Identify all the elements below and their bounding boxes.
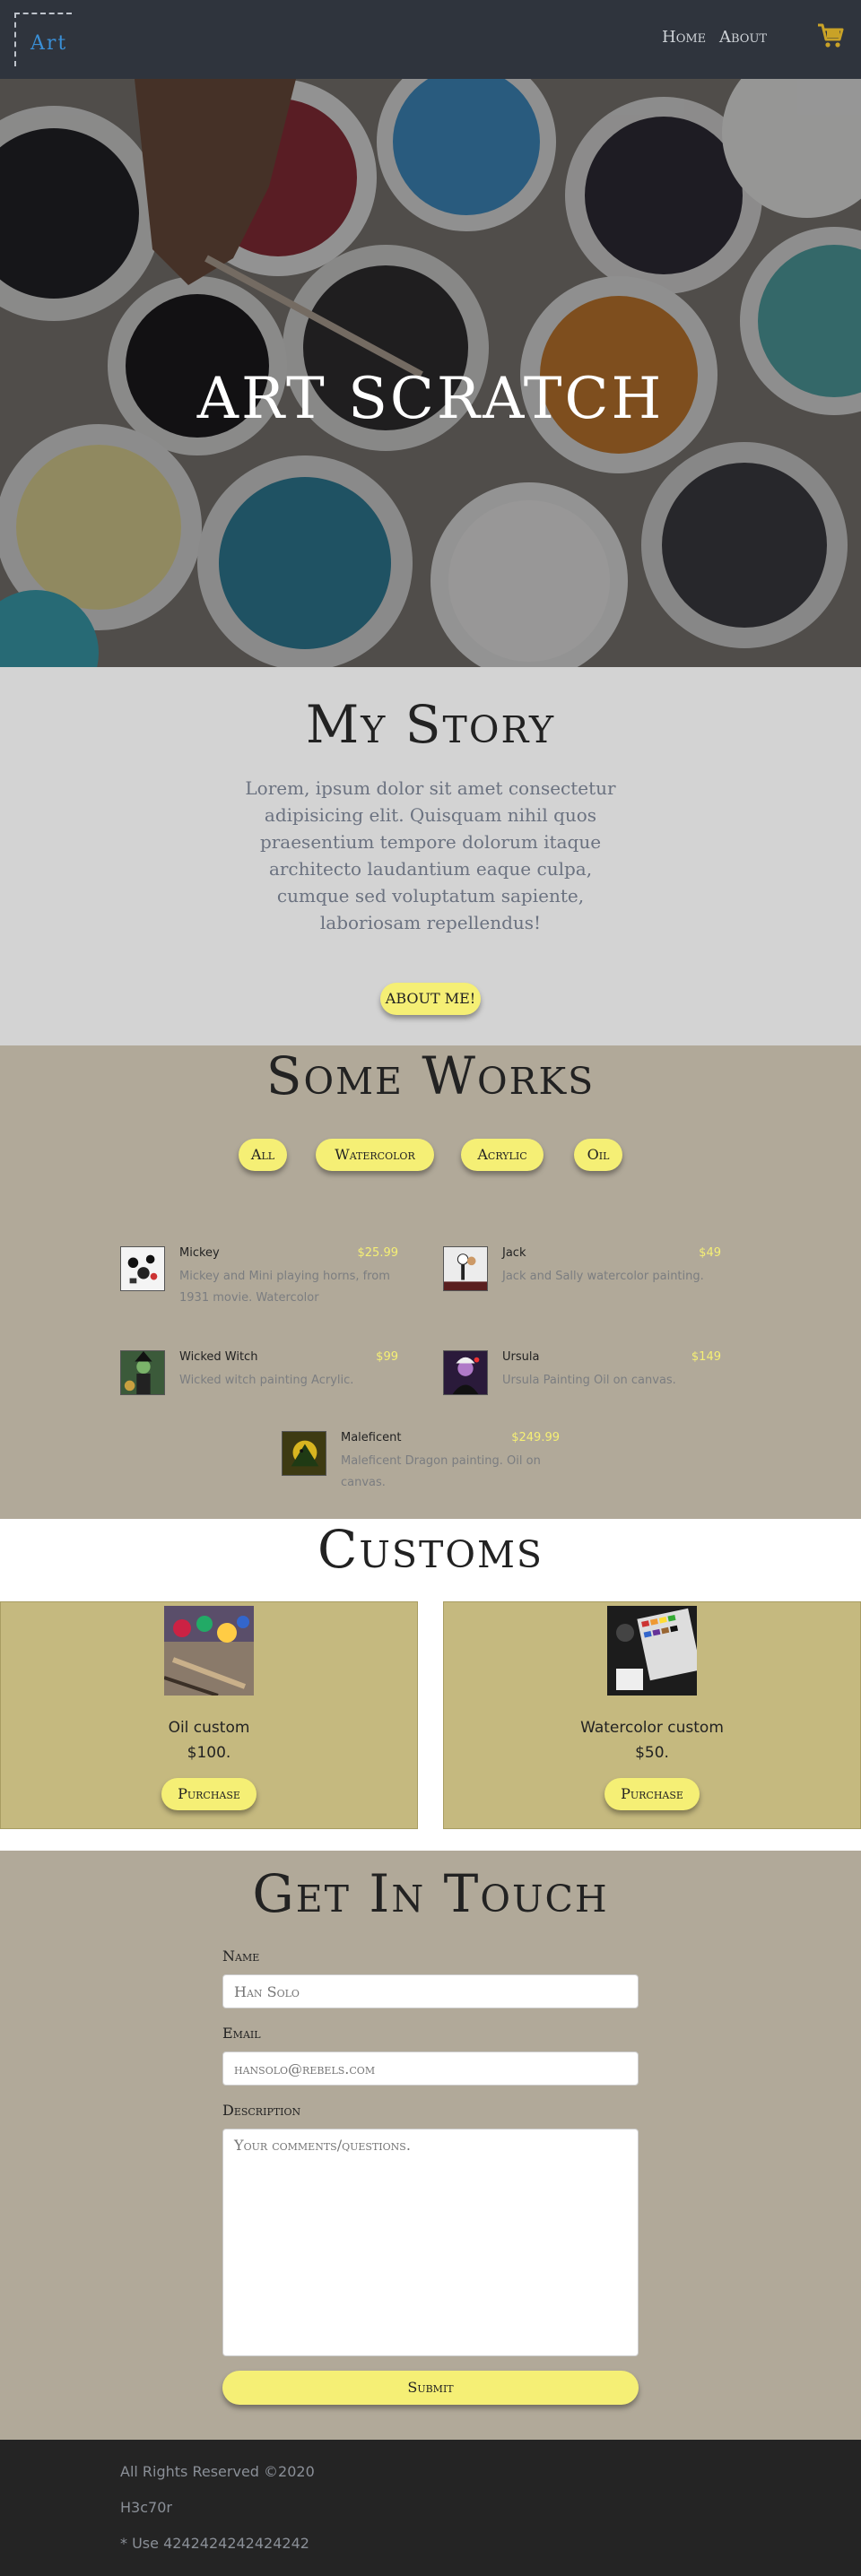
works-section: Some Works All Watercolor Acrylic Oil Mi…	[0, 1045, 861, 1519]
logo[interactable]: Art	[14, 13, 72, 66]
custom-card-oil: Oil custom $100. Purchase	[0, 1601, 418, 1829]
logo-text: Art	[30, 32, 68, 55]
story-text: Lorem, ipsum dolor sit amet consectetur …	[245, 777, 616, 933]
oil-custom-image	[164, 1606, 254, 1696]
footer-copyright: All Rights Reserved ©2020	[120, 2463, 315, 2480]
work-description: Jack and Sally watercolor painting.	[502, 1270, 704, 1283]
ursula-thumbnail	[443, 1350, 488, 1395]
hero-title: ART SCRATCH	[196, 366, 665, 432]
submit-button[interactable]: Submit	[222, 2371, 639, 2405]
custom-card-price: $100.	[187, 1744, 231, 1762]
about-me-button[interactable]: ABOUT ME!	[380, 983, 481, 1015]
name-field[interactable]	[222, 1974, 639, 2008]
filter-acrylic-button[interactable]: Acrylic	[461, 1139, 544, 1171]
mickey-thumbnail	[120, 1246, 165, 1291]
shopping-cart-icon[interactable]	[816, 22, 845, 50]
purchase-watercolor-button[interactable]: Purchase	[604, 1778, 700, 1810]
story-title: My Story	[305, 694, 556, 755]
watercolor-custom-image	[607, 1606, 697, 1696]
contact-title: Get In Touch	[252, 1863, 609, 1924]
custom-card-title: Watercolor custom	[580, 1719, 724, 1737]
email-label: Email	[222, 2025, 261, 2042]
nav-link-about[interactable]: About	[719, 28, 767, 47]
work-description: Mickey and Mini playing horns, from 1931…	[179, 1270, 390, 1305]
works-title: Some Works	[265, 1045, 596, 1106]
description-label: Description	[222, 2102, 301, 2119]
work-description: Ursula Painting Oil on canvas.	[502, 1374, 676, 1387]
custom-card-price: $50.	[635, 1744, 669, 1762]
work-item[interactable]: Ursula $149 Ursula Painting Oil on canva…	[443, 1350, 721, 1404]
purchase-oil-button[interactable]: Purchase	[161, 1778, 257, 1810]
hero-banner: ART SCRATCH	[0, 79, 861, 667]
work-item[interactable]: Mickey $25.99 Mickey and Mini playing ho…	[120, 1246, 399, 1305]
work-name: Maleficent	[341, 1431, 402, 1444]
customs-title: Customs	[317, 1519, 544, 1580]
filter-watercolor-button[interactable]: Watercolor	[316, 1139, 434, 1171]
work-price: $249.99	[511, 1431, 560, 1444]
name-label: Name	[222, 1947, 260, 1965]
customs-section: Customs Oil custom $100. Purchase Waterc…	[0, 1519, 861, 1851]
work-price: $99	[376, 1350, 398, 1364]
custom-card-watercolor: Watercolor custom $50. Purchase	[443, 1601, 861, 1829]
footer-note: * Use 4242424242424242	[120, 2535, 309, 2552]
work-item[interactable]: Maleficent $249.99 Maleficent Dragon pai…	[282, 1431, 560, 1489]
custom-card-title: Oil custom	[168, 1719, 250, 1737]
work-description: Maleficent Dragon painting. Oil on canva…	[341, 1454, 541, 1489]
work-name: Wicked Witch	[179, 1350, 258, 1364]
contact-section: Get In Touch Name Email Description Subm…	[0, 1851, 861, 2440]
work-name: Jack	[502, 1246, 526, 1260]
story-section: My Story Lorem, ipsum dolor sit amet con…	[0, 667, 861, 1045]
footer: All Rights Reserved ©2020 H3c70r * Use 4…	[0, 2440, 861, 2576]
maleficent-thumbnail	[282, 1431, 326, 1476]
footer-author: H3c70r	[120, 2499, 172, 2516]
nav-link-home[interactable]: Home	[662, 28, 706, 47]
wicked-witch-thumbnail	[120, 1350, 165, 1395]
work-description: Wicked witch painting Acrylic.	[179, 1374, 354, 1387]
work-price: $149	[691, 1350, 721, 1364]
description-textarea[interactable]	[222, 2129, 639, 2356]
work-price: $49	[699, 1246, 721, 1260]
jack-thumbnail	[443, 1246, 488, 1291]
filter-all-button[interactable]: All	[239, 1139, 287, 1171]
email-field[interactable]	[222, 2051, 639, 2086]
filter-oil-button[interactable]: Oil	[574, 1139, 622, 1171]
navbar: Art Home About	[0, 0, 861, 79]
work-name: Mickey	[179, 1246, 220, 1260]
work-price: $25.99	[357, 1246, 399, 1260]
work-name: Ursula	[502, 1350, 540, 1364]
work-item[interactable]: Wicked Witch $99 Wicked witch painting A…	[120, 1350, 398, 1404]
work-item[interactable]: Jack $49 Jack and Sally watercolor paint…	[443, 1246, 721, 1300]
